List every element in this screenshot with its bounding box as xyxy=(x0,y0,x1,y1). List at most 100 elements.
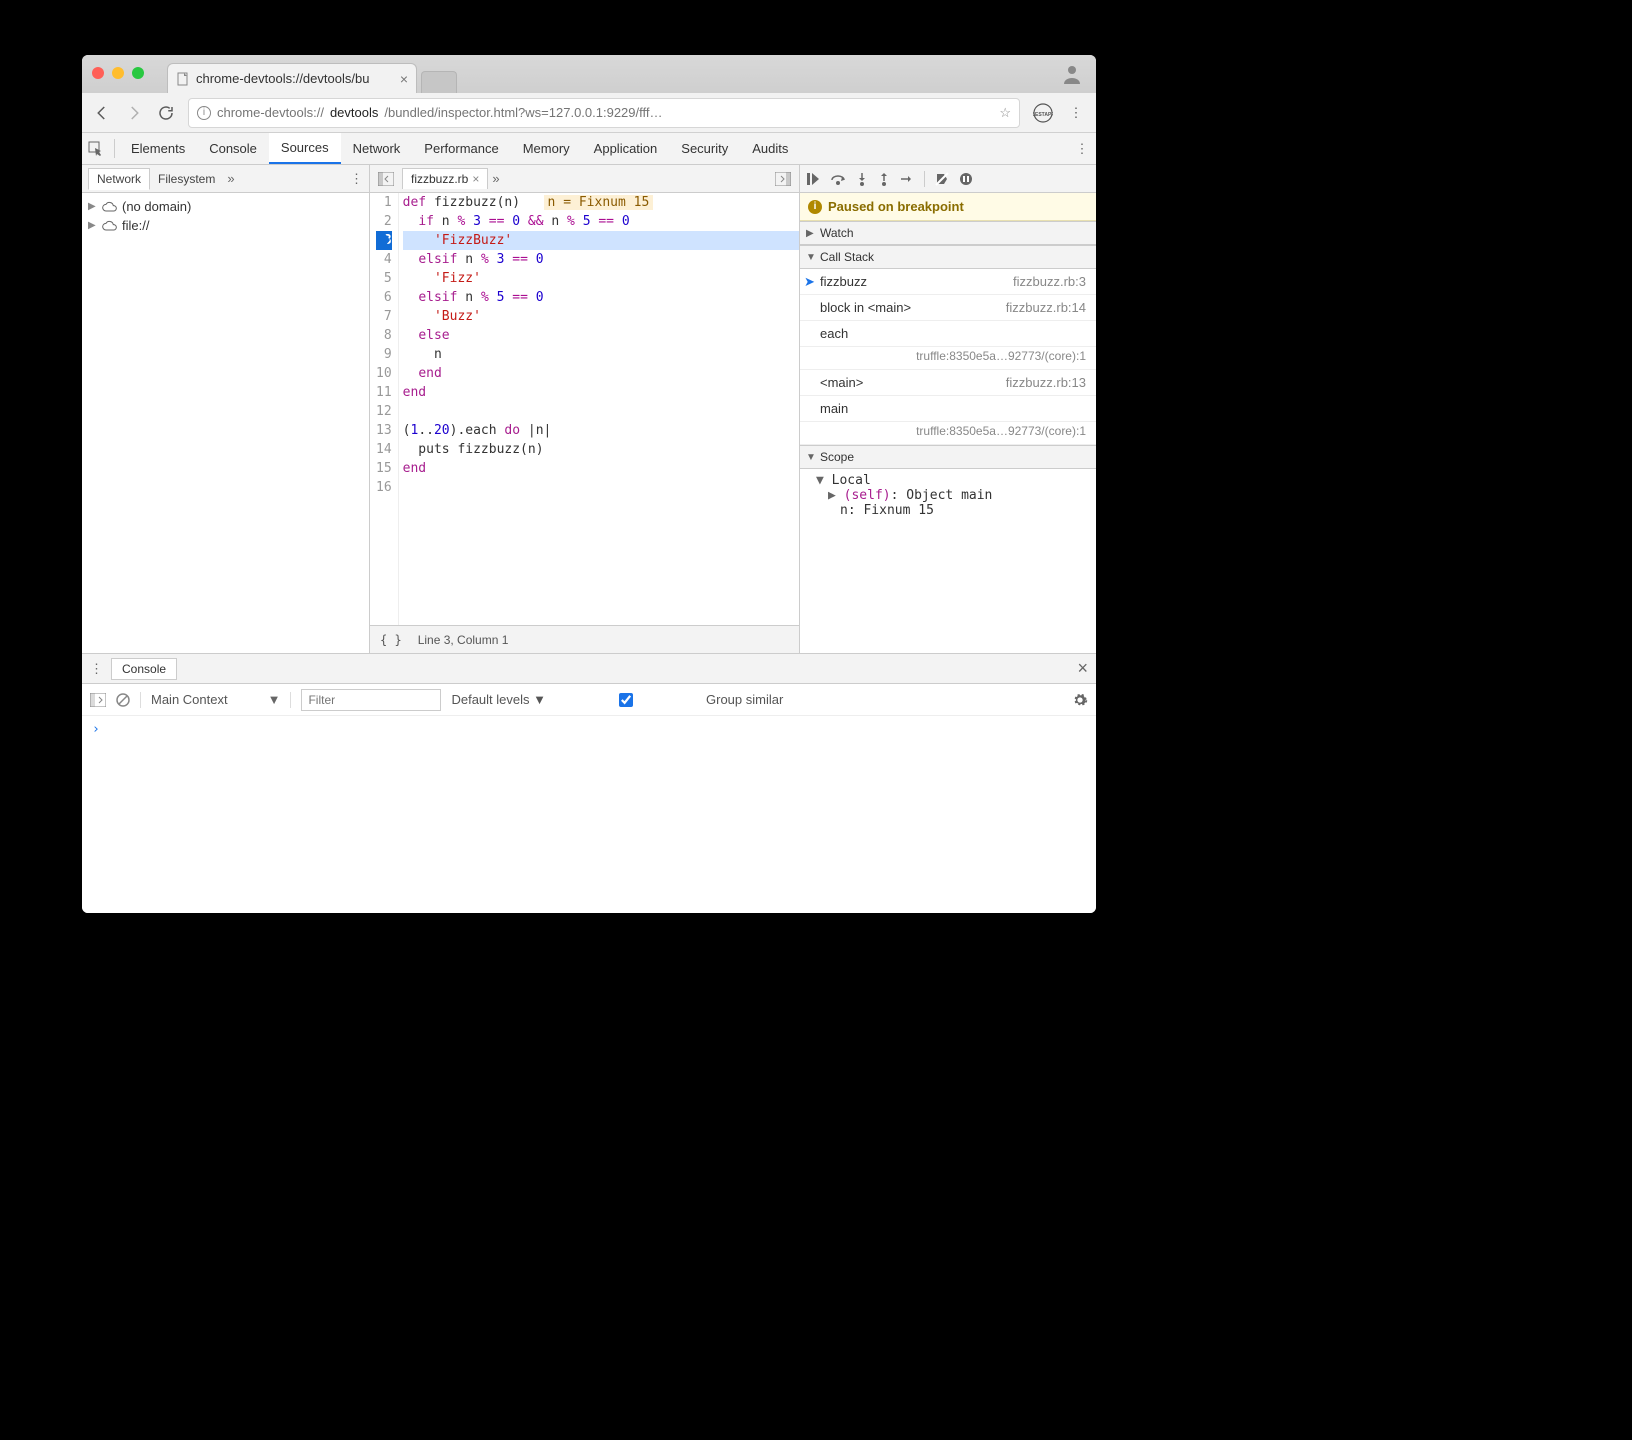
url-host: devtools xyxy=(330,105,378,120)
debugger-pane: i Paused on breakpoint ▶Watch ▼Call Stac… xyxy=(800,165,1096,653)
stack-frame[interactable]: fizzbuzzfizzbuzz.rb:3 xyxy=(800,269,1096,295)
browser-tab[interactable]: chrome-devtools://devtools/bu × xyxy=(167,63,417,93)
forward-button[interactable] xyxy=(124,103,144,123)
devtools-tab-network[interactable]: Network xyxy=(341,133,413,164)
group-similar-label: Group similar xyxy=(706,692,783,707)
file-tab-label: fizzbuzz.rb xyxy=(411,172,468,186)
paused-status: i Paused on breakpoint xyxy=(800,193,1096,221)
context-selector[interactable]: Main Context▼ xyxy=(151,692,280,707)
log-levels-selector[interactable]: Default levels ▼ xyxy=(451,692,546,707)
line-gutter[interactable]: 12345678910111213141516 xyxy=(370,193,399,625)
devtools-tab-audits[interactable]: Audits xyxy=(740,133,800,164)
info-icon: i xyxy=(808,200,822,214)
step-into-icon[interactable] xyxy=(856,172,868,186)
browser-window: chrome-devtools://devtools/bu × i chrome… xyxy=(82,55,1096,913)
info-icon: i xyxy=(197,106,211,120)
stack-frame[interactable]: each xyxy=(800,321,1096,347)
profile-button[interactable] xyxy=(1060,62,1084,86)
watch-section-header[interactable]: ▶Watch xyxy=(800,221,1096,245)
navigator-menu-icon[interactable]: ⋮ xyxy=(350,171,363,187)
cursor-position: Line 3, Column 1 xyxy=(418,633,509,647)
editor-tab-bar: fizzbuzz.rb × » xyxy=(370,165,799,193)
deactivate-breakpoints-icon[interactable] xyxy=(935,172,949,186)
stack-frame[interactable]: <main>fizzbuzz.rb:13 xyxy=(800,370,1096,396)
scope-label: Scope xyxy=(820,450,854,464)
page-icon xyxy=(176,72,190,86)
bookmark-icon[interactable]: ☆ xyxy=(999,105,1011,121)
tree-item[interactable]: ▶file:// xyxy=(88,216,363,235)
drawer-tab-bar: ⋮ Console × xyxy=(82,654,1096,684)
file-tab[interactable]: fizzbuzz.rb × xyxy=(402,168,488,189)
navigator-tabs: NetworkFilesystem » ⋮ xyxy=(82,165,369,193)
drawer-close-icon[interactable]: × xyxy=(1077,658,1088,679)
stack-frame-location: truffle:8350e5a…92773/(core):1 xyxy=(800,347,1096,370)
stack-frame-location: truffle:8350e5a…92773/(core):1 xyxy=(800,422,1096,445)
scope-local: ▼ Local ▶ (self): Object main n: Fixnum … xyxy=(800,469,1096,522)
console-sidebar-toggle-icon[interactable] xyxy=(90,693,106,707)
devtools-tab-sources[interactable]: Sources xyxy=(269,133,341,164)
scope-n-row[interactable]: n: Fixnum 15 xyxy=(816,503,1086,518)
devtools-menu-button[interactable]: ⋮ xyxy=(1068,133,1096,164)
navigator-subtab-filesystem[interactable]: Filesystem xyxy=(150,169,223,189)
paused-message: Paused on breakpoint xyxy=(828,199,964,214)
console-prompt[interactable]: › xyxy=(82,716,1096,743)
extension-icon[interactable]: BESTAPP xyxy=(1032,102,1054,124)
devtools-sources-panel: NetworkFilesystem » ⋮ ▶(no domain)▶file:… xyxy=(82,165,1096,653)
pause-on-exceptions-icon[interactable] xyxy=(959,172,973,186)
scope-local-header[interactable]: ▼ Local xyxy=(816,473,1086,488)
minimize-window-button[interactable] xyxy=(112,67,124,79)
clear-console-icon[interactable] xyxy=(116,693,130,707)
menu-button[interactable]: ⋮ xyxy=(1066,103,1086,123)
devtools-tab-application[interactable]: Application xyxy=(582,133,670,164)
toggle-debugger-icon[interactable] xyxy=(771,172,795,186)
group-similar-checkbox[interactable] xyxy=(556,693,696,707)
scope-self-row[interactable]: ▶ (self): Object main xyxy=(816,488,1086,503)
devtools-tab-performance[interactable]: Performance xyxy=(412,133,510,164)
prompt-chevron-icon: › xyxy=(92,722,100,737)
browser-toolbar: i chrome-devtools:// devtools/bundled/ins… xyxy=(82,93,1096,133)
console-settings-icon[interactable] xyxy=(1072,692,1088,708)
tree-item[interactable]: ▶(no domain) xyxy=(88,197,363,216)
console-filter-input[interactable] xyxy=(301,689,441,711)
stack-frame[interactable]: main xyxy=(800,396,1096,422)
devtools-tab-security[interactable]: Security xyxy=(669,133,740,164)
overflow-icon[interactable]: » xyxy=(227,171,234,186)
console-toolbar: Main Context▼ Default levels ▼ Group sim… xyxy=(82,684,1096,716)
toggle-navigator-icon[interactable] xyxy=(374,172,398,186)
file-tab-close-icon[interactable]: × xyxy=(472,172,479,186)
chrome-tab-strip: chrome-devtools://devtools/bu × xyxy=(82,55,1096,93)
navigator-subtab-network[interactable]: Network xyxy=(88,168,150,190)
code-editor: fizzbuzz.rb × » 12345678910111213141516 … xyxy=(370,165,800,653)
new-tab-button[interactable] xyxy=(421,71,457,93)
tab-close-icon[interactable]: × xyxy=(400,72,408,86)
close-window-button[interactable] xyxy=(92,67,104,79)
reload-button[interactable] xyxy=(156,103,176,123)
devtools-tab-elements[interactable]: Elements xyxy=(119,133,197,164)
console-tab[interactable]: Console xyxy=(111,658,177,680)
inspect-element-icon[interactable] xyxy=(82,133,110,164)
resume-icon[interactable] xyxy=(806,172,820,186)
url-path: /bundled/inspector.html?ws=127.0.0.1:922… xyxy=(384,105,662,120)
watch-label: Watch xyxy=(820,226,854,240)
source-text[interactable]: def fizzbuzz(n) n = Fixnum 15 if n % 3 =… xyxy=(399,193,799,625)
navigator-pane: NetworkFilesystem » ⋮ ▶(no domain)▶file:… xyxy=(82,165,370,653)
drawer-menu-icon[interactable]: ⋮ xyxy=(90,661,103,677)
console-tab-label: Console xyxy=(122,662,166,676)
url-prefix: chrome-devtools:// xyxy=(217,105,324,120)
devtools-tab-console[interactable]: Console xyxy=(197,133,269,164)
stack-frame[interactable]: block in <main>fizzbuzz.rb:14 xyxy=(800,295,1096,321)
editor-status-bar: { } Line 3, Column 1 xyxy=(370,625,799,653)
callstack-section-header[interactable]: ▼Call Stack xyxy=(800,245,1096,269)
back-button[interactable] xyxy=(92,103,112,123)
pretty-print-icon[interactable]: { } xyxy=(380,633,402,647)
maximize-window-button[interactable] xyxy=(132,67,144,79)
code-area[interactable]: 12345678910111213141516 def fizzbuzz(n) … xyxy=(370,193,799,625)
step-icon[interactable] xyxy=(900,173,914,185)
editor-overflow-icon[interactable]: » xyxy=(492,171,499,186)
scope-section-header[interactable]: ▼Scope xyxy=(800,445,1096,469)
devtools-tab-memory[interactable]: Memory xyxy=(511,133,582,164)
address-bar[interactable]: i chrome-devtools:// devtools/bundled/ins… xyxy=(188,98,1020,128)
step-out-icon[interactable] xyxy=(878,172,890,186)
step-over-icon[interactable] xyxy=(830,172,846,186)
console-drawer: ⋮ Console × Main Context▼ Default levels… xyxy=(82,653,1096,913)
